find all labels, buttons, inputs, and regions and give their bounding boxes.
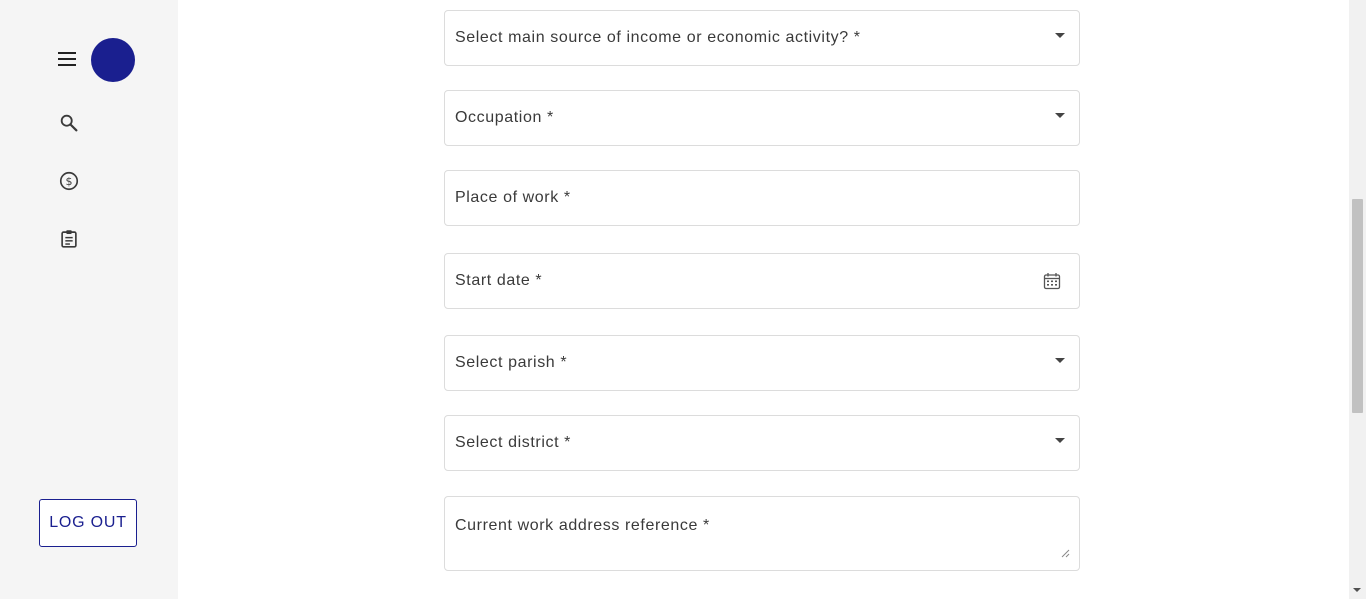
caret-down-icon: [1055, 33, 1065, 38]
resize-grip-icon[interactable]: [1060, 548, 1070, 558]
work-address-label: Current work address reference *: [455, 517, 710, 534]
avatar[interactable]: [91, 38, 135, 82]
parish-label: Select parish *: [455, 354, 568, 371]
calendar-icon[interactable]: [1043, 272, 1061, 290]
search-icon[interactable]: [58, 112, 80, 134]
income-source-select[interactable]: Select main source of income or economic…: [444, 10, 1080, 66]
sidebar: $ LOG OUT: [0, 0, 178, 599]
start-date-input[interactable]: Start date *: [444, 253, 1080, 309]
form-container: Select main source of income or economic…: [178, 0, 1349, 599]
svg-text:$: $: [66, 175, 73, 188]
caret-down-icon: [1055, 438, 1065, 443]
dollar-circle-icon[interactable]: $: [58, 170, 80, 192]
caret-down-icon: [1055, 113, 1065, 118]
scrollbar-thumb[interactable]: [1352, 199, 1363, 413]
occupation-label: Occupation *: [455, 109, 554, 126]
start-date-label: Start date *: [455, 272, 543, 289]
income-source-label: Select main source of income or economic…: [455, 29, 861, 46]
place-of-work-label: Place of work *: [455, 189, 571, 206]
occupation-select[interactable]: Occupation *: [444, 90, 1080, 146]
scroll-down-arrow-icon[interactable]: [1353, 588, 1361, 592]
caret-down-icon: [1055, 358, 1065, 363]
parish-select[interactable]: Select parish *: [444, 335, 1080, 391]
district-select[interactable]: Select district *: [444, 415, 1080, 471]
vertical-scrollbar[interactable]: [1349, 0, 1366, 599]
work-address-textarea[interactable]: Current work address reference *: [444, 496, 1080, 571]
logout-button[interactable]: LOG OUT: [39, 499, 137, 547]
clipboard-icon[interactable]: [58, 228, 80, 250]
district-label: Select district *: [455, 434, 572, 451]
menu-icon[interactable]: [57, 50, 77, 68]
place-of-work-input[interactable]: Place of work *: [444, 170, 1080, 226]
